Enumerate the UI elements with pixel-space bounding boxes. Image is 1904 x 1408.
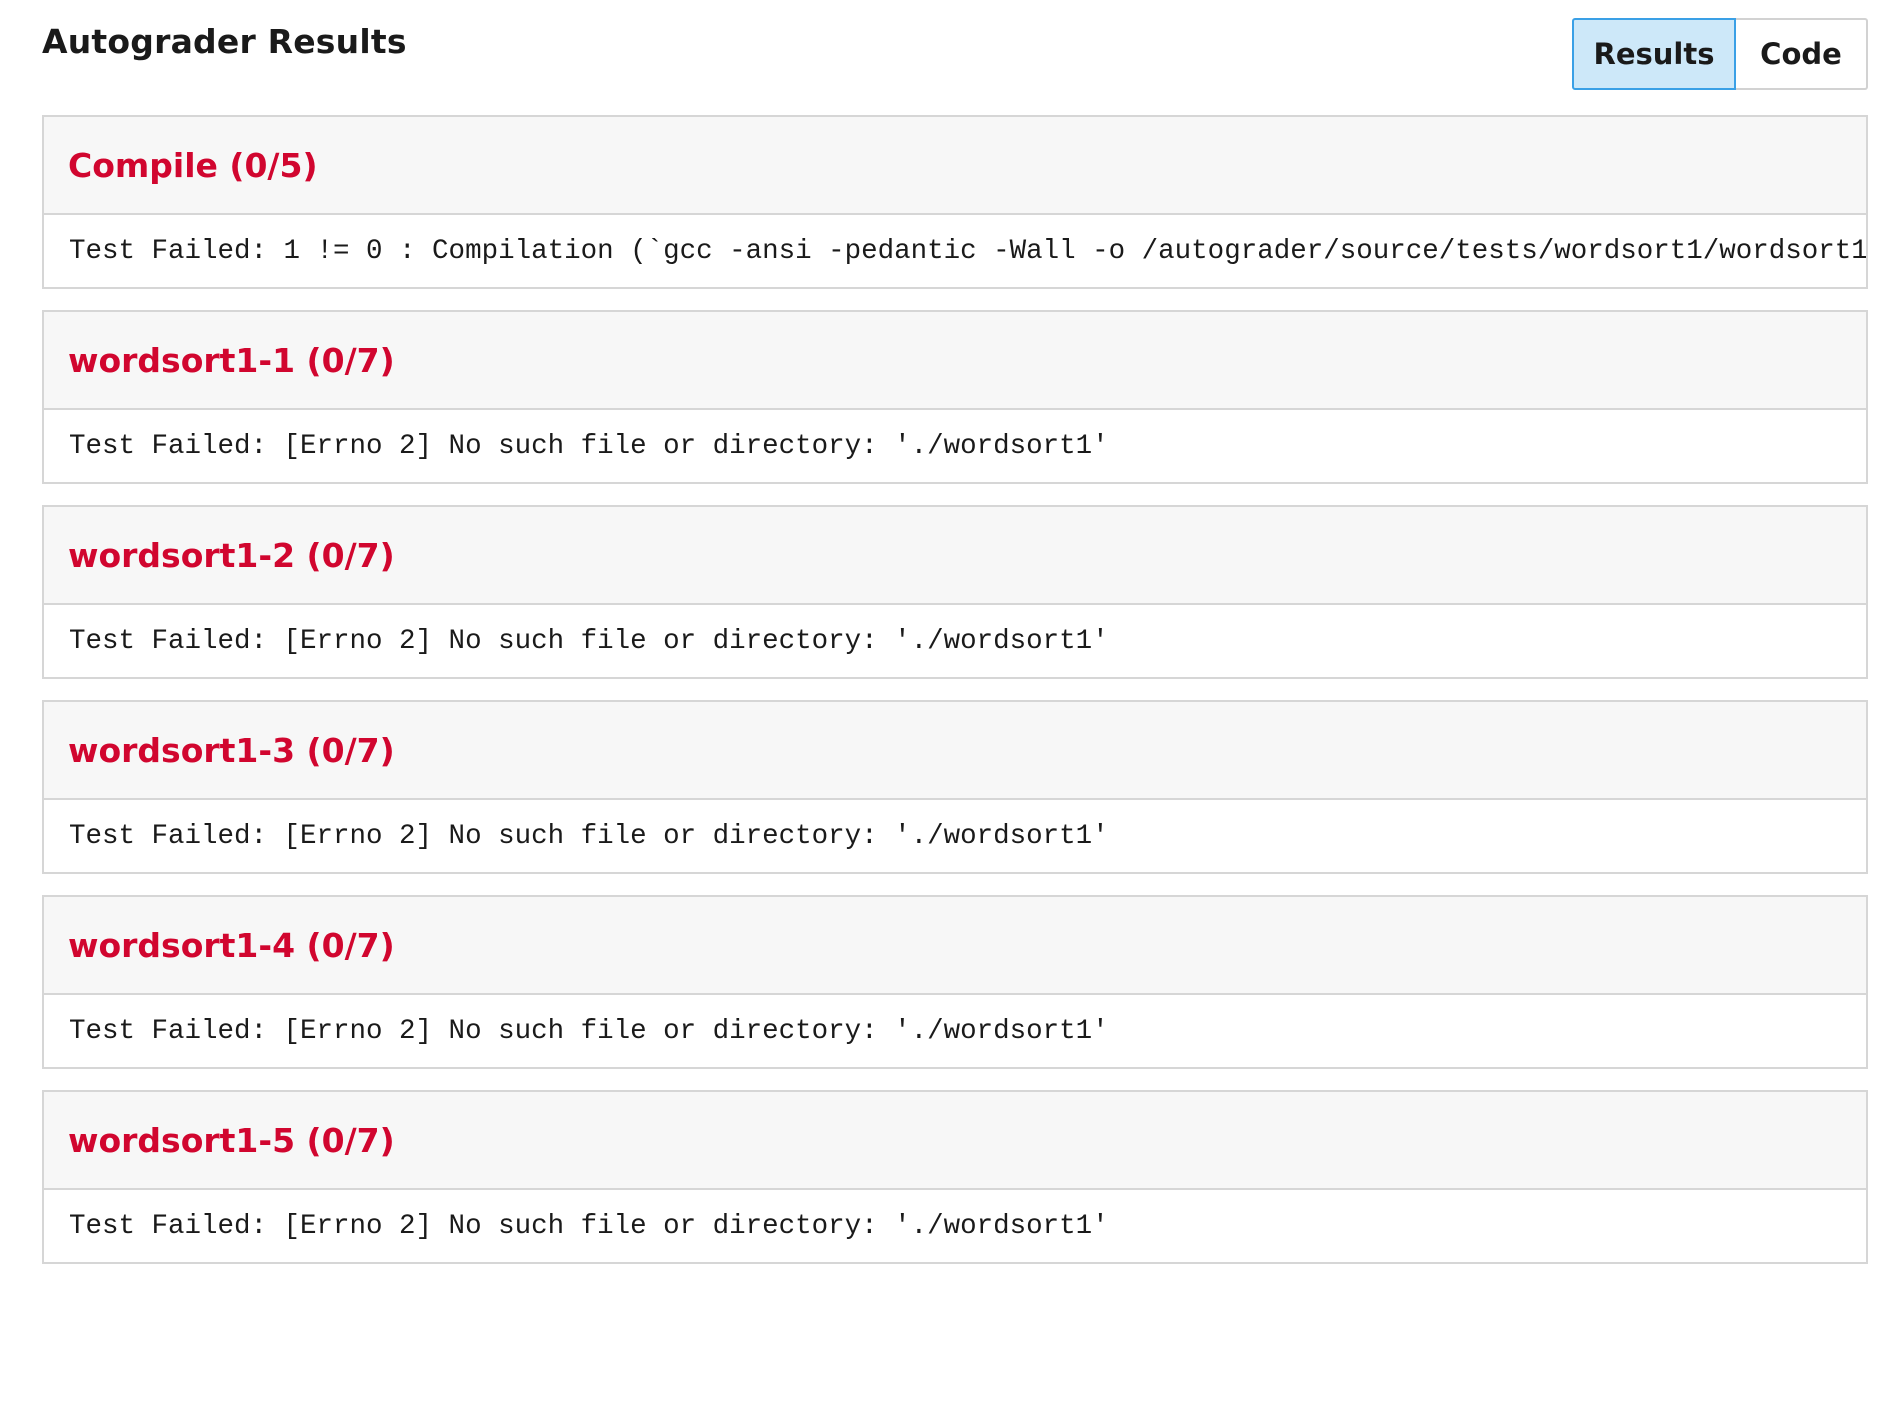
tab-results[interactable]: Results: [1572, 18, 1736, 90]
test-card-header[interactable]: wordsort1-5 (0/7): [44, 1092, 1866, 1190]
test-card-wordsort1-1: wordsort1-1 (0/7) Test Failed: [Errno 2]…: [42, 310, 1868, 484]
test-title: wordsort1-4 (0/7): [68, 925, 395, 965]
test-card-body: Test Failed: [Errno 2] No such file or d…: [44, 1190, 1866, 1262]
test-card-wordsort1-4: wordsort1-4 (0/7) Test Failed: [Errno 2]…: [42, 895, 1868, 1069]
autograder-page: Autograder Results Results Code Compile …: [42, 0, 1868, 1285]
test-card-body: Test Failed: 1 != 0 : Compilation (`gcc …: [44, 215, 1866, 287]
view-toggle: Results Code: [1572, 18, 1868, 90]
tab-code[interactable]: Code: [1736, 18, 1868, 90]
test-output: Test Failed: [Errno 2] No such file or d…: [69, 430, 1109, 462]
test-title: Compile (0/5): [68, 145, 318, 185]
test-title: wordsort1-1 (0/7): [68, 340, 395, 380]
test-card-header[interactable]: wordsort1-4 (0/7): [44, 897, 1866, 995]
test-card-body: Test Failed: [Errno 2] No such file or d…: [44, 800, 1866, 872]
test-card-body: Test Failed: [Errno 2] No such file or d…: [44, 605, 1866, 677]
test-output: Test Failed: [Errno 2] No such file or d…: [69, 625, 1109, 657]
test-output: Test Failed: 1 != 0 : Compilation (`gcc …: [69, 235, 1866, 267]
page-title: Autograder Results: [42, 22, 407, 61]
test-card-header[interactable]: wordsort1-3 (0/7): [44, 702, 1866, 800]
test-title: wordsort1-3 (0/7): [68, 730, 395, 770]
test-card-header[interactable]: wordsort1-1 (0/7): [44, 312, 1866, 410]
test-title: wordsort1-2 (0/7): [68, 535, 395, 575]
test-card-body: Test Failed: [Errno 2] No such file or d…: [44, 410, 1866, 482]
test-output: Test Failed: [Errno 2] No such file or d…: [69, 820, 1109, 852]
test-card-body: Test Failed: [Errno 2] No such file or d…: [44, 995, 1866, 1067]
test-card-compile: Compile (0/5) Test Failed: 1 != 0 : Comp…: [42, 115, 1868, 289]
test-card-header[interactable]: Compile (0/5): [44, 117, 1866, 215]
test-title: wordsort1-5 (0/7): [68, 1120, 395, 1160]
test-results-list: Compile (0/5) Test Failed: 1 != 0 : Comp…: [42, 115, 1868, 1264]
test-card-wordsort1-3: wordsort1-3 (0/7) Test Failed: [Errno 2]…: [42, 700, 1868, 874]
test-output: Test Failed: [Errno 2] No such file or d…: [69, 1210, 1109, 1242]
test-card-header[interactable]: wordsort1-2 (0/7): [44, 507, 1866, 605]
test-card-wordsort1-2: wordsort1-2 (0/7) Test Failed: [Errno 2]…: [42, 505, 1868, 679]
test-card-wordsort1-5: wordsort1-5 (0/7) Test Failed: [Errno 2]…: [42, 1090, 1868, 1264]
test-output: Test Failed: [Errno 2] No such file or d…: [69, 1015, 1109, 1047]
results-header: Autograder Results Results Code: [42, 0, 1868, 112]
